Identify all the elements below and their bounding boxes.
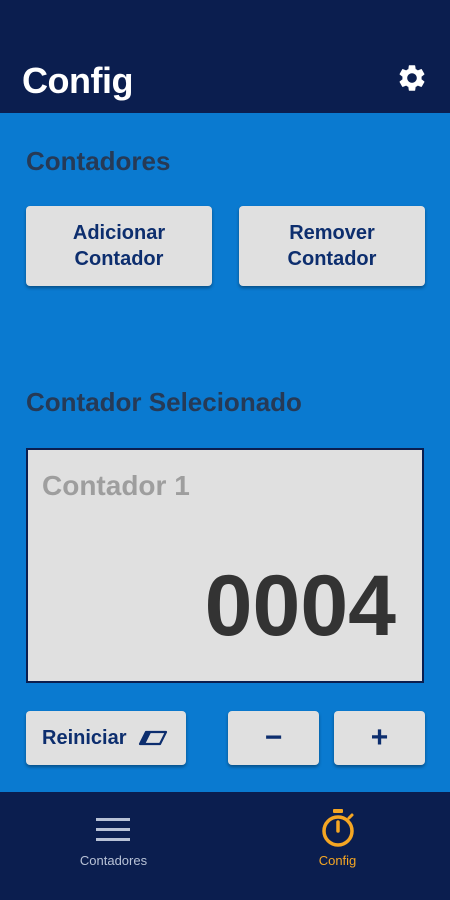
reset-button-label: Reiniciar — [42, 727, 127, 749]
nav-item-contadores[interactable]: Contadores — [0, 792, 225, 900]
increment-button[interactable]: + — [334, 711, 425, 765]
nav-item-config[interactable]: Config — [225, 792, 450, 900]
stopwatch-icon — [322, 809, 354, 847]
counter-name: Contador 1 — [42, 470, 190, 501]
add-counter-button[interactable]: Adicionar Contador — [26, 206, 212, 286]
decrement-button[interactable]: − — [228, 711, 319, 765]
page-title: Config — [22, 60, 133, 101]
counters-section-title: Contadores — [26, 146, 171, 176]
selected-counter-card: Contador 1 0004 — [26, 448, 424, 683]
counter-value: 0004 — [204, 558, 396, 654]
eraser-icon — [139, 730, 168, 746]
top-app-bar: Config — [0, 0, 450, 113]
nav-label-contadores: Contadores — [79, 853, 148, 868]
remove-counter-button[interactable]: Remover Contador — [239, 206, 425, 286]
menu-icon — [96, 818, 130, 841]
reset-button[interactable]: Reiniciar — [26, 711, 186, 765]
selected-counter-title: Contador Selecionado — [26, 387, 302, 417]
gear-icon[interactable] — [396, 62, 428, 94]
bottom-navigation: Contadores Config — [0, 792, 450, 900]
nav-label-config: Config — [318, 853, 357, 868]
